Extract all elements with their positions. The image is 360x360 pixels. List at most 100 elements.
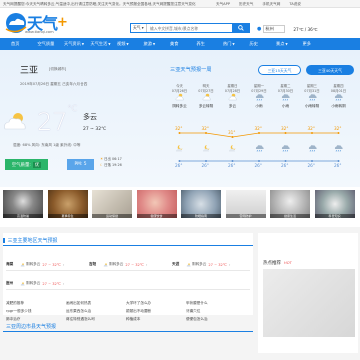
- forecast-day[interactable]: 星期日 07月28日 多云: [221, 83, 244, 152]
- banner-thumb[interactable]: 雷雨防护: [225, 190, 266, 218]
- article-link[interactable]: 蒋往特别遇怎么呵: [66, 317, 95, 322]
- top-link-history[interactable]: 历史天气: [239, 0, 253, 7]
- cloud-sun-icon: [20, 262, 25, 267]
- article-link[interactable]: 便便包怎么治: [186, 317, 208, 322]
- nav-item[interactable]: 养生: [197, 41, 224, 47]
- article-link[interactable]: 运东果西怎么治: [66, 309, 91, 314]
- article-link[interactable]: rpgr一般多少钱: [6, 309, 32, 314]
- low-temp-line-point: [178, 160, 181, 162]
- article-link[interactable]: 大学环了怎么办: [126, 301, 151, 306]
- day-desc: 小雨转阴: [331, 104, 346, 108]
- nav-item[interactable]: 旅游 ▼: [144, 41, 171, 47]
- site-logo[interactable]: 天气+ www.tianqi.com: [3, 10, 68, 38]
- cloudy-icon: [4, 113, 26, 130]
- banner-thumb[interactable]: 科普知识: [314, 190, 355, 218]
- article-link[interactable]: 画闹出如何热表: [66, 301, 91, 306]
- article-link[interactable]: 颠颠出不动要断: [126, 309, 151, 314]
- banner-thumb[interactable]: 防晒指南: [181, 190, 221, 218]
- banner-caption: 高温防暑: [3, 213, 43, 218]
- rain-icon: [255, 94, 264, 101]
- article-link[interactable]: 减肥的推荐: [6, 301, 24, 306]
- chevron-down-icon: ▼: [81, 42, 85, 46]
- banner-thumb[interactable]: 夏季养生: [47, 190, 88, 218]
- area-name: 天涯: [172, 262, 180, 266]
- switch-city-link[interactable]: [切换城市]: [49, 67, 66, 72]
- chevron-down-icon: ▼: [126, 42, 129, 46]
- high-temp-line-point: [258, 132, 260, 134]
- forecast-day[interactable]: 今天 07月26日 阴转多云: [168, 83, 191, 152]
- forecast-day[interactable]: 星期四 08月01日 小雨转阴: [327, 83, 350, 152]
- forecast-day[interactable]: 星期二 07月30日 小雨: [274, 83, 297, 152]
- pm-badge[interactable]: PM: 5: [67, 159, 94, 170]
- nav-item[interactable]: 空气质量: [38, 41, 65, 47]
- moon-cloud-night-icon: [228, 145, 236, 152]
- area-weather: 阴转多云: [26, 281, 41, 285]
- sidebar-hot: 热点推荐 HOT: [258, 233, 358, 353]
- area-temp: 27 ~ 32℃: [42, 281, 61, 286]
- article-link[interactable]: 牙痛穴位: [186, 309, 200, 314]
- nav-item-label: 旅游: [143, 41, 152, 46]
- low-temp-line-point: [231, 160, 234, 162]
- area-weather: 阴转多云: [109, 262, 124, 266]
- forecast-day[interactable]: 星期三 07月31日 小雨转阴: [301, 83, 324, 152]
- rain-icon: [308, 94, 317, 101]
- low-temp-label: 26°: [254, 163, 262, 168]
- hot-image[interactable]: [263, 269, 355, 337]
- search-button[interactable]: [232, 23, 250, 33]
- area-cell[interactable]: 崖州 阴转多云 27 ~ 32℃ ›: [6, 279, 64, 288]
- high-temp-label: 32°: [281, 126, 289, 131]
- nav-item[interactable]: 热门 ▼: [223, 41, 250, 47]
- article-link[interactable]: 种植成本: [126, 317, 140, 322]
- chevron-right-icon: ›: [145, 262, 148, 267]
- nav-item-label: 视频: [117, 41, 126, 46]
- nav-item[interactable]: 视频 ▼: [117, 41, 144, 47]
- forecast-day[interactable]: 明天 07月27日 多云转阴: [195, 83, 218, 152]
- rain-icon: [334, 94, 343, 101]
- low-temp-label: 26°: [201, 163, 209, 168]
- high-temp-label: 32°: [307, 126, 315, 131]
- row-divider: [6, 289, 250, 290]
- low-temp-line-point: [337, 160, 340, 162]
- area-temp: 27 ~ 32℃: [125, 262, 144, 267]
- city-select[interactable]: 杭州: [263, 25, 286, 33]
- tab-40-day[interactable]: 三亚40天天气: [306, 65, 354, 75]
- nav-item[interactable]: 首页: [11, 41, 38, 47]
- top-link-app[interactable]: 天气APP: [216, 0, 230, 7]
- search-icon: [238, 25, 244, 31]
- article-link[interactable]: 甲状腺是什么: [186, 301, 208, 306]
- area-cell[interactable]: 海棠 阴转多云 27 ~ 32℃ ›: [6, 260, 64, 269]
- search-scope-select[interactable]: 天气 ▾: [131, 24, 147, 32]
- nav-item[interactable]: 天气生活 ▼: [91, 41, 118, 47]
- low-temp-label: 26°: [281, 163, 289, 168]
- top-link-talk[interactable]: TA说说: [289, 0, 301, 7]
- nav-item[interactable]: 天气资讯 ▼: [64, 41, 91, 47]
- banner-caption: 雷雨防护: [225, 213, 266, 218]
- area-name: 海棠: [6, 262, 14, 266]
- article-link[interactable]: 肺冲治疗: [6, 317, 20, 322]
- news-ticker[interactable]: 天气网提醒您:今天天气晴转多云,气温适中,出行请注意防晒,关注天气变化。天气预报…: [3, 0, 218, 7]
- area-cell[interactable]: 吉阳 阴转多云 27 ~ 32℃ ›: [89, 260, 147, 269]
- cloud-sun-icon: [20, 281, 25, 286]
- lower-section: 三亚主要地区天气预报 海棠 阴转多云 27 ~ 32℃ › 吉阳 阴转多云 27 ~ 32℃…: [0, 227, 360, 360]
- area-cell[interactable]: 天涯 阴转多云 27 ~ 32℃ ›: [172, 260, 230, 269]
- aqi-badge[interactable]: 空气质量: 优: [5, 159, 48, 170]
- banner-thumb[interactable]: 高温防暑: [3, 190, 43, 218]
- tab-15-day[interactable]: 三亚15天天气: [258, 65, 301, 75]
- banner-thumb[interactable]: 健康饮食: [136, 190, 177, 218]
- banner-thumb[interactable]: 运动保健: [92, 190, 132, 218]
- day-desc: 小雨: [255, 104, 263, 108]
- nav-item[interactable]: 美食: [170, 41, 197, 47]
- chevron-down-icon: ▼: [152, 42, 156, 46]
- banner-caption: 夏季养生: [47, 213, 88, 218]
- top-link-mobile[interactable]: 手机天气网: [262, 0, 280, 7]
- banner-thumb[interactable]: 健康生活: [270, 190, 310, 218]
- day-desc: 阴转多云: [172, 104, 187, 108]
- cloud-sun-icon: [175, 93, 184, 101]
- current-city: ● 杭州 27℃ / 36℃: [257, 25, 318, 33]
- forecast-day[interactable]: 星期一 07月29日 小雨: [248, 83, 271, 152]
- nav-item[interactable]: 历史: [250, 41, 277, 47]
- low-temp-label: 26°: [175, 163, 183, 168]
- search-input[interactable]: [147, 24, 227, 32]
- nav-item[interactable]: 更多: [303, 41, 330, 47]
- nav-item[interactable]: 景点 ▼: [276, 41, 303, 47]
